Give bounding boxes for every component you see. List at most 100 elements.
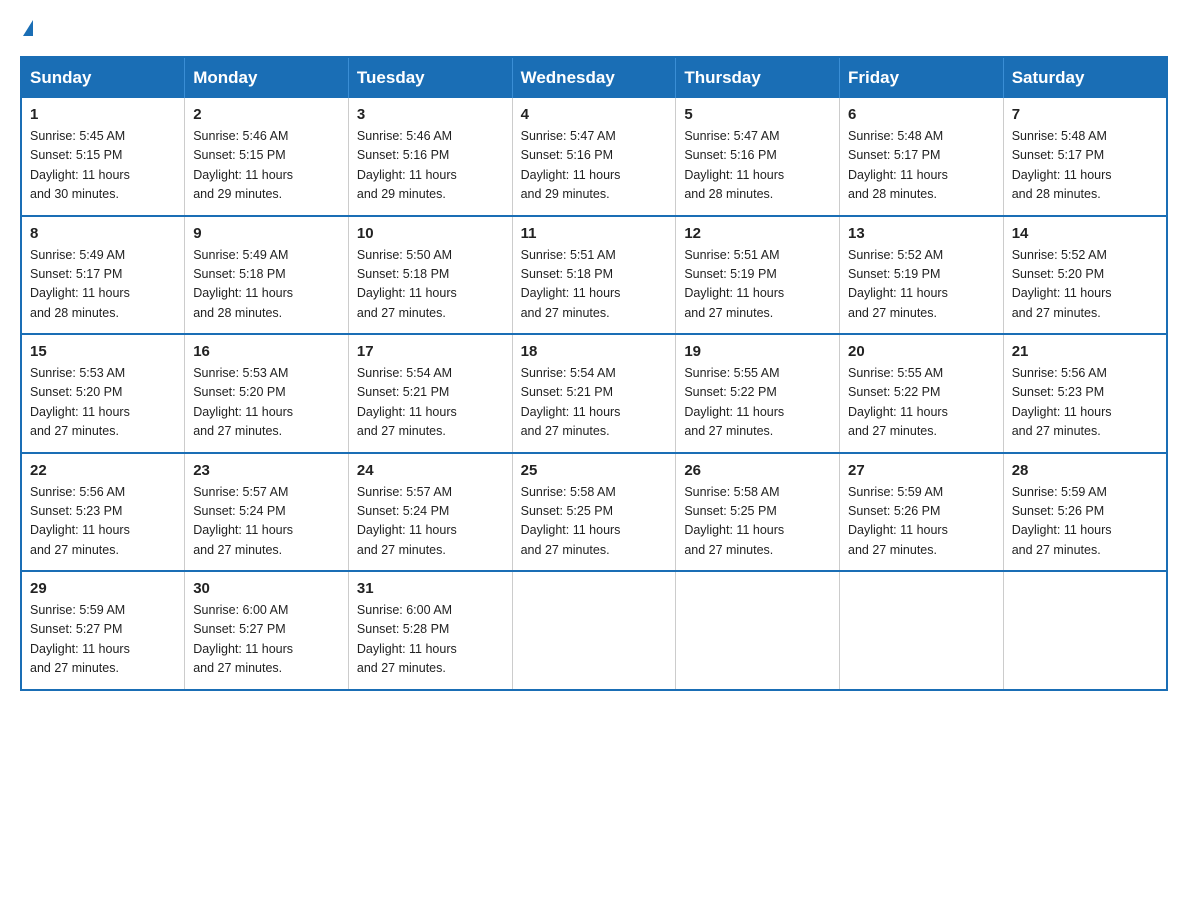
weekday-header-saturday: Saturday bbox=[1003, 57, 1167, 98]
day-info: Sunrise: 5:57 AMSunset: 5:24 PMDaylight:… bbox=[357, 485, 457, 557]
day-number: 29 bbox=[30, 580, 176, 597]
calendar-cell: 5 Sunrise: 5:47 AMSunset: 5:16 PMDayligh… bbox=[676, 98, 840, 216]
day-number: 4 bbox=[521, 106, 668, 123]
day-number: 11 bbox=[521, 225, 668, 242]
day-info: Sunrise: 5:53 AMSunset: 5:20 PMDaylight:… bbox=[30, 366, 130, 438]
calendar-cell: 30 Sunrise: 6:00 AMSunset: 5:27 PMDaylig… bbox=[185, 571, 349, 690]
weekday-header-monday: Monday bbox=[185, 57, 349, 98]
weekday-header-friday: Friday bbox=[840, 57, 1004, 98]
calendar-cell: 9 Sunrise: 5:49 AMSunset: 5:18 PMDayligh… bbox=[185, 216, 349, 335]
day-number: 25 bbox=[521, 462, 668, 479]
day-info: Sunrise: 5:51 AMSunset: 5:18 PMDaylight:… bbox=[521, 248, 621, 320]
day-info: Sunrise: 5:54 AMSunset: 5:21 PMDaylight:… bbox=[357, 366, 457, 438]
day-number: 12 bbox=[684, 225, 831, 242]
calendar-cell bbox=[840, 571, 1004, 690]
day-number: 1 bbox=[30, 106, 176, 123]
day-info: Sunrise: 5:52 AMSunset: 5:20 PMDaylight:… bbox=[1012, 248, 1112, 320]
day-number: 5 bbox=[684, 106, 831, 123]
day-info: Sunrise: 5:59 AMSunset: 5:26 PMDaylight:… bbox=[1012, 485, 1112, 557]
calendar-cell: 28 Sunrise: 5:59 AMSunset: 5:26 PMDaylig… bbox=[1003, 453, 1167, 572]
day-info: Sunrise: 6:00 AMSunset: 5:27 PMDaylight:… bbox=[193, 603, 293, 675]
calendar-cell: 4 Sunrise: 5:47 AMSunset: 5:16 PMDayligh… bbox=[512, 98, 676, 216]
calendar-cell: 31 Sunrise: 6:00 AMSunset: 5:28 PMDaylig… bbox=[348, 571, 512, 690]
calendar-cell: 10 Sunrise: 5:50 AMSunset: 5:18 PMDaylig… bbox=[348, 216, 512, 335]
day-number: 31 bbox=[357, 580, 504, 597]
day-info: Sunrise: 5:56 AMSunset: 5:23 PMDaylight:… bbox=[30, 485, 130, 557]
calendar-cell: 21 Sunrise: 5:56 AMSunset: 5:23 PMDaylig… bbox=[1003, 334, 1167, 453]
calendar-week-row: 15 Sunrise: 5:53 AMSunset: 5:20 PMDaylig… bbox=[21, 334, 1167, 453]
day-info: Sunrise: 5:48 AMSunset: 5:17 PMDaylight:… bbox=[1012, 129, 1112, 201]
calendar-cell bbox=[1003, 571, 1167, 690]
calendar-cell: 8 Sunrise: 5:49 AMSunset: 5:17 PMDayligh… bbox=[21, 216, 185, 335]
day-number: 27 bbox=[848, 462, 995, 479]
calendar-cell: 24 Sunrise: 5:57 AMSunset: 5:24 PMDaylig… bbox=[348, 453, 512, 572]
day-info: Sunrise: 5:59 AMSunset: 5:27 PMDaylight:… bbox=[30, 603, 130, 675]
day-info: Sunrise: 5:48 AMSunset: 5:17 PMDaylight:… bbox=[848, 129, 948, 201]
day-info: Sunrise: 5:47 AMSunset: 5:16 PMDaylight:… bbox=[684, 129, 784, 201]
day-number: 15 bbox=[30, 343, 176, 360]
calendar-cell: 27 Sunrise: 5:59 AMSunset: 5:26 PMDaylig… bbox=[840, 453, 1004, 572]
day-number: 3 bbox=[357, 106, 504, 123]
day-number: 20 bbox=[848, 343, 995, 360]
calendar-cell: 23 Sunrise: 5:57 AMSunset: 5:24 PMDaylig… bbox=[185, 453, 349, 572]
day-number: 24 bbox=[357, 462, 504, 479]
day-info: Sunrise: 5:53 AMSunset: 5:20 PMDaylight:… bbox=[193, 366, 293, 438]
logo-triangle-icon bbox=[23, 20, 33, 36]
weekday-header-thursday: Thursday bbox=[676, 57, 840, 98]
day-info: Sunrise: 5:47 AMSunset: 5:16 PMDaylight:… bbox=[521, 129, 621, 201]
weekday-header-wednesday: Wednesday bbox=[512, 57, 676, 98]
calendar-cell: 17 Sunrise: 5:54 AMSunset: 5:21 PMDaylig… bbox=[348, 334, 512, 453]
calendar-cell: 22 Sunrise: 5:56 AMSunset: 5:23 PMDaylig… bbox=[21, 453, 185, 572]
calendar-cell: 26 Sunrise: 5:58 AMSunset: 5:25 PMDaylig… bbox=[676, 453, 840, 572]
day-number: 6 bbox=[848, 106, 995, 123]
calendar-table: SundayMondayTuesdayWednesdayThursdayFrid… bbox=[20, 56, 1168, 691]
calendar-cell: 16 Sunrise: 5:53 AMSunset: 5:20 PMDaylig… bbox=[185, 334, 349, 453]
day-number: 16 bbox=[193, 343, 340, 360]
day-number: 26 bbox=[684, 462, 831, 479]
page-header bbox=[20, 20, 1168, 36]
calendar-cell: 14 Sunrise: 5:52 AMSunset: 5:20 PMDaylig… bbox=[1003, 216, 1167, 335]
day-info: Sunrise: 5:58 AMSunset: 5:25 PMDaylight:… bbox=[684, 485, 784, 557]
calendar-cell: 6 Sunrise: 5:48 AMSunset: 5:17 PMDayligh… bbox=[840, 98, 1004, 216]
calendar-cell: 18 Sunrise: 5:54 AMSunset: 5:21 PMDaylig… bbox=[512, 334, 676, 453]
day-info: Sunrise: 6:00 AMSunset: 5:28 PMDaylight:… bbox=[357, 603, 457, 675]
day-info: Sunrise: 5:54 AMSunset: 5:21 PMDaylight:… bbox=[521, 366, 621, 438]
day-number: 18 bbox=[521, 343, 668, 360]
calendar-week-row: 8 Sunrise: 5:49 AMSunset: 5:17 PMDayligh… bbox=[21, 216, 1167, 335]
calendar-cell: 15 Sunrise: 5:53 AMSunset: 5:20 PMDaylig… bbox=[21, 334, 185, 453]
calendar-week-row: 1 Sunrise: 5:45 AMSunset: 5:15 PMDayligh… bbox=[21, 98, 1167, 216]
day-number: 30 bbox=[193, 580, 340, 597]
calendar-cell: 25 Sunrise: 5:58 AMSunset: 5:25 PMDaylig… bbox=[512, 453, 676, 572]
day-number: 23 bbox=[193, 462, 340, 479]
calendar-week-row: 22 Sunrise: 5:56 AMSunset: 5:23 PMDaylig… bbox=[21, 453, 1167, 572]
day-info: Sunrise: 5:55 AMSunset: 5:22 PMDaylight:… bbox=[684, 366, 784, 438]
calendar-cell: 13 Sunrise: 5:52 AMSunset: 5:19 PMDaylig… bbox=[840, 216, 1004, 335]
calendar-cell: 29 Sunrise: 5:59 AMSunset: 5:27 PMDaylig… bbox=[21, 571, 185, 690]
day-info: Sunrise: 5:58 AMSunset: 5:25 PMDaylight:… bbox=[521, 485, 621, 557]
calendar-cell: 1 Sunrise: 5:45 AMSunset: 5:15 PMDayligh… bbox=[21, 98, 185, 216]
day-number: 13 bbox=[848, 225, 995, 242]
day-info: Sunrise: 5:49 AMSunset: 5:18 PMDaylight:… bbox=[193, 248, 293, 320]
day-number: 22 bbox=[30, 462, 176, 479]
day-number: 9 bbox=[193, 225, 340, 242]
day-number: 19 bbox=[684, 343, 831, 360]
weekday-header-row: SundayMondayTuesdayWednesdayThursdayFrid… bbox=[21, 57, 1167, 98]
calendar-week-row: 29 Sunrise: 5:59 AMSunset: 5:27 PMDaylig… bbox=[21, 571, 1167, 690]
calendar-cell bbox=[512, 571, 676, 690]
day-number: 28 bbox=[1012, 462, 1158, 479]
day-number: 17 bbox=[357, 343, 504, 360]
day-info: Sunrise: 5:46 AMSunset: 5:15 PMDaylight:… bbox=[193, 129, 293, 201]
calendar-cell: 11 Sunrise: 5:51 AMSunset: 5:18 PMDaylig… bbox=[512, 216, 676, 335]
day-info: Sunrise: 5:56 AMSunset: 5:23 PMDaylight:… bbox=[1012, 366, 1112, 438]
day-number: 2 bbox=[193, 106, 340, 123]
calendar-cell: 3 Sunrise: 5:46 AMSunset: 5:16 PMDayligh… bbox=[348, 98, 512, 216]
weekday-header-sunday: Sunday bbox=[21, 57, 185, 98]
calendar-cell: 19 Sunrise: 5:55 AMSunset: 5:22 PMDaylig… bbox=[676, 334, 840, 453]
day-number: 21 bbox=[1012, 343, 1158, 360]
day-number: 8 bbox=[30, 225, 176, 242]
calendar-cell: 12 Sunrise: 5:51 AMSunset: 5:19 PMDaylig… bbox=[676, 216, 840, 335]
day-info: Sunrise: 5:49 AMSunset: 5:17 PMDaylight:… bbox=[30, 248, 130, 320]
day-info: Sunrise: 5:52 AMSunset: 5:19 PMDaylight:… bbox=[848, 248, 948, 320]
weekday-header-tuesday: Tuesday bbox=[348, 57, 512, 98]
day-info: Sunrise: 5:46 AMSunset: 5:16 PMDaylight:… bbox=[357, 129, 457, 201]
